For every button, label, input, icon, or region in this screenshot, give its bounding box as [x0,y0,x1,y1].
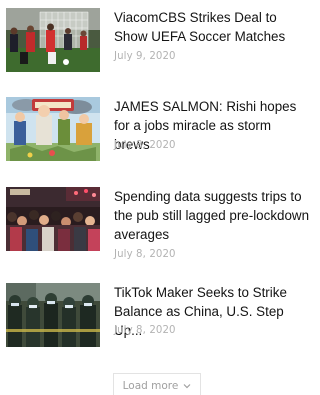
cartoon-illustration [6,97,100,161]
article-date: July 8, 2020 [114,140,176,151]
list-item: ViacomCBS Strikes Deal to Show UEFA Socc… [6,8,306,80]
list-item: TikTok Maker Seeks to Strike Balance as … [6,283,306,355]
article-date: July 9, 2020 [114,51,176,62]
article-title[interactable]: ViacomCBS Strikes Deal to Show UEFA Socc… [114,8,310,46]
article-date: July 8, 2020 [114,249,176,260]
load-more-button[interactable]: Load more [113,373,201,395]
article-title[interactable]: Spending data suggests trips to the pub … [114,187,310,244]
police-line-photo [6,283,100,347]
list-item: JAMES SALMON: Rishi hopes for a jobs mir… [6,97,306,169]
soccer-match-photo [6,8,100,72]
article-thumbnail[interactable] [6,283,100,347]
article-thumbnail[interactable] [6,97,100,161]
article-date: July 8, 2020 [114,325,176,336]
list-item: Spending data suggests trips to the pub … [6,187,309,260]
load-more-label: Load more [122,379,179,392]
pub-crowd-photo [6,187,100,251]
chevron-down-icon [183,383,191,388]
article-thumbnail[interactable] [6,187,100,251]
article-thumbnail[interactable] [6,8,100,72]
